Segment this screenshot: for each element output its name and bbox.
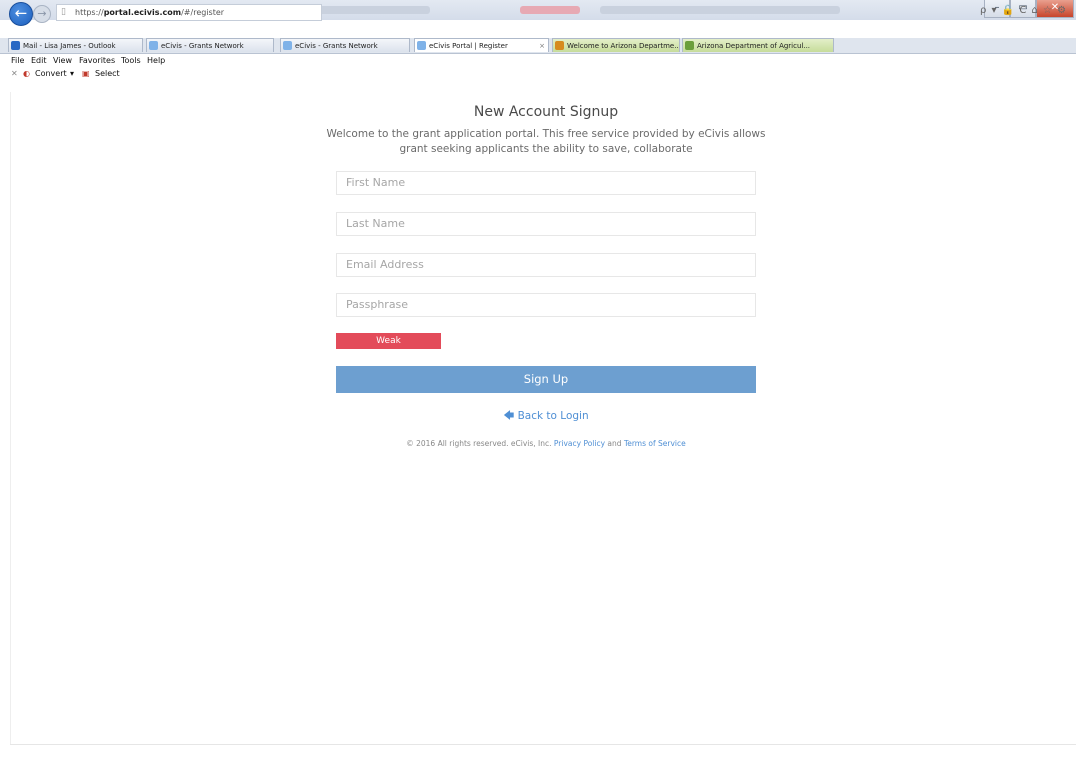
tab-grants-network-1[interactable]: eCivis - Grants Network bbox=[146, 38, 274, 52]
page-title: New Account Signup bbox=[473, 104, 619, 120]
tab-portal-register[interactable]: eCivis Portal | Register × bbox=[414, 38, 549, 52]
tab-outlook[interactable]: Mail - Lisa James - Outlook bbox=[8, 38, 143, 52]
intro-text: Welcome to the grant application portal.… bbox=[316, 127, 776, 157]
outlook-icon bbox=[11, 41, 20, 50]
forward-arrow-icon[interactable]: → bbox=[33, 5, 51, 23]
tab-label: Mail - Lisa James - Outlook bbox=[23, 42, 116, 50]
intro-line-2: grant seeking applicants the ability to … bbox=[399, 143, 693, 155]
tab-grants-network-2[interactable]: eCivis - Grants Network bbox=[280, 38, 410, 52]
page-bottom-border bbox=[10, 744, 1076, 745]
passphrase-field[interactable]: Passphrase bbox=[336, 293, 756, 317]
terms-of-service-link[interactable]: Terms of Service bbox=[624, 439, 686, 448]
select-button[interactable]: Select bbox=[95, 69, 120, 78]
menu-favorites[interactable]: Favorites bbox=[79, 56, 115, 65]
address-bar[interactable]: ▯ https://portal.ecivis.com/#/register bbox=[56, 4, 322, 21]
command-bar: ✕ ◐ Convert ▾ ▣ Select bbox=[0, 68, 1076, 80]
arizona-icon bbox=[555, 41, 564, 50]
first-name-field[interactable]: First Name bbox=[336, 171, 756, 195]
tab-label: eCivis Portal | Register bbox=[429, 42, 508, 50]
menu-tools[interactable]: Tools bbox=[121, 56, 141, 65]
menu-edit[interactable]: Edit bbox=[31, 56, 47, 65]
page-icon bbox=[283, 41, 292, 50]
back-arrow-icon[interactable]: ← bbox=[9, 2, 33, 26]
menu-bar: File Edit View Favorites Tools Help bbox=[0, 55, 1076, 67]
tab-arizona-agriculture[interactable]: Arizona Department of Agricul... bbox=[682, 38, 834, 52]
page-icon bbox=[685, 41, 694, 50]
tab-label: eCivis - Grants Network bbox=[295, 42, 378, 50]
url-path: /#/register bbox=[181, 8, 225, 17]
tab-label: eCivis - Grants Network bbox=[161, 42, 244, 50]
url-prefix: https:// bbox=[75, 8, 104, 17]
menu-help[interactable]: Help bbox=[147, 56, 165, 65]
convert-button[interactable]: Convert bbox=[35, 69, 67, 78]
browser-chrome: – ▭ ✕ ← → ▯ https://portal.ecivis.com/#/… bbox=[0, 0, 1076, 92]
back-to-login-label: Back to Login bbox=[517, 410, 589, 422]
tab-label: Welcome to Arizona Departme... bbox=[567, 42, 680, 50]
passphrase-strength-badge: Weak bbox=[336, 333, 441, 349]
select-icon: ▣ bbox=[82, 69, 90, 78]
sign-up-button[interactable]: Sign Up bbox=[336, 366, 756, 393]
email-field[interactable]: Email Address bbox=[336, 253, 756, 277]
tab-label: Arizona Department of Agricul... bbox=[697, 42, 811, 50]
left-arrow-icon: 🡄 bbox=[503, 410, 515, 422]
close-tab-icon[interactable]: × bbox=[539, 39, 545, 52]
footer: © 2016 All rights reserved. eCivis, Inc.… bbox=[336, 439, 756, 448]
footer-and: and bbox=[607, 439, 622, 448]
tab-arizona-welcome[interactable]: Welcome to Arizona Departme... bbox=[552, 38, 680, 52]
copyright-text: © 2016 All rights reserved. eCivis, Inc. bbox=[406, 439, 552, 448]
page-icon bbox=[149, 41, 158, 50]
back-to-login-link[interactable]: 🡄 Back to Login bbox=[336, 408, 756, 426]
menu-file[interactable]: File bbox=[11, 56, 24, 65]
privacy-policy-link[interactable]: Privacy Policy bbox=[554, 439, 605, 448]
page-icon: ▯ bbox=[61, 7, 66, 17]
dropdown-arrow-icon[interactable]: ▾ bbox=[70, 69, 74, 78]
tab-bar: Mail - Lisa James - Outlook eCivis - Gra… bbox=[0, 38, 1076, 54]
url-host: portal.ecivis.com bbox=[103, 8, 182, 17]
intro-line-1: Welcome to the grant application portal.… bbox=[326, 128, 766, 140]
last-name-field[interactable]: Last Name bbox=[336, 212, 756, 236]
page-border bbox=[10, 92, 11, 745]
page-icon bbox=[417, 41, 426, 50]
convert-icon: ◐ bbox=[23, 69, 30, 78]
close-toolbar-icon[interactable]: ✕ bbox=[11, 69, 18, 78]
address-row: ← → ▯ https://portal.ecivis.com/#/regist… bbox=[0, 2, 1076, 26]
signup-page: New Account Signup Welcome to the grant … bbox=[0, 92, 1076, 770]
browser-tools-icons[interactable]: ρ ▾ 🔒 C ⌂ ☆ ⚙ bbox=[980, 5, 1067, 16]
menu-view[interactable]: View bbox=[53, 56, 72, 65]
